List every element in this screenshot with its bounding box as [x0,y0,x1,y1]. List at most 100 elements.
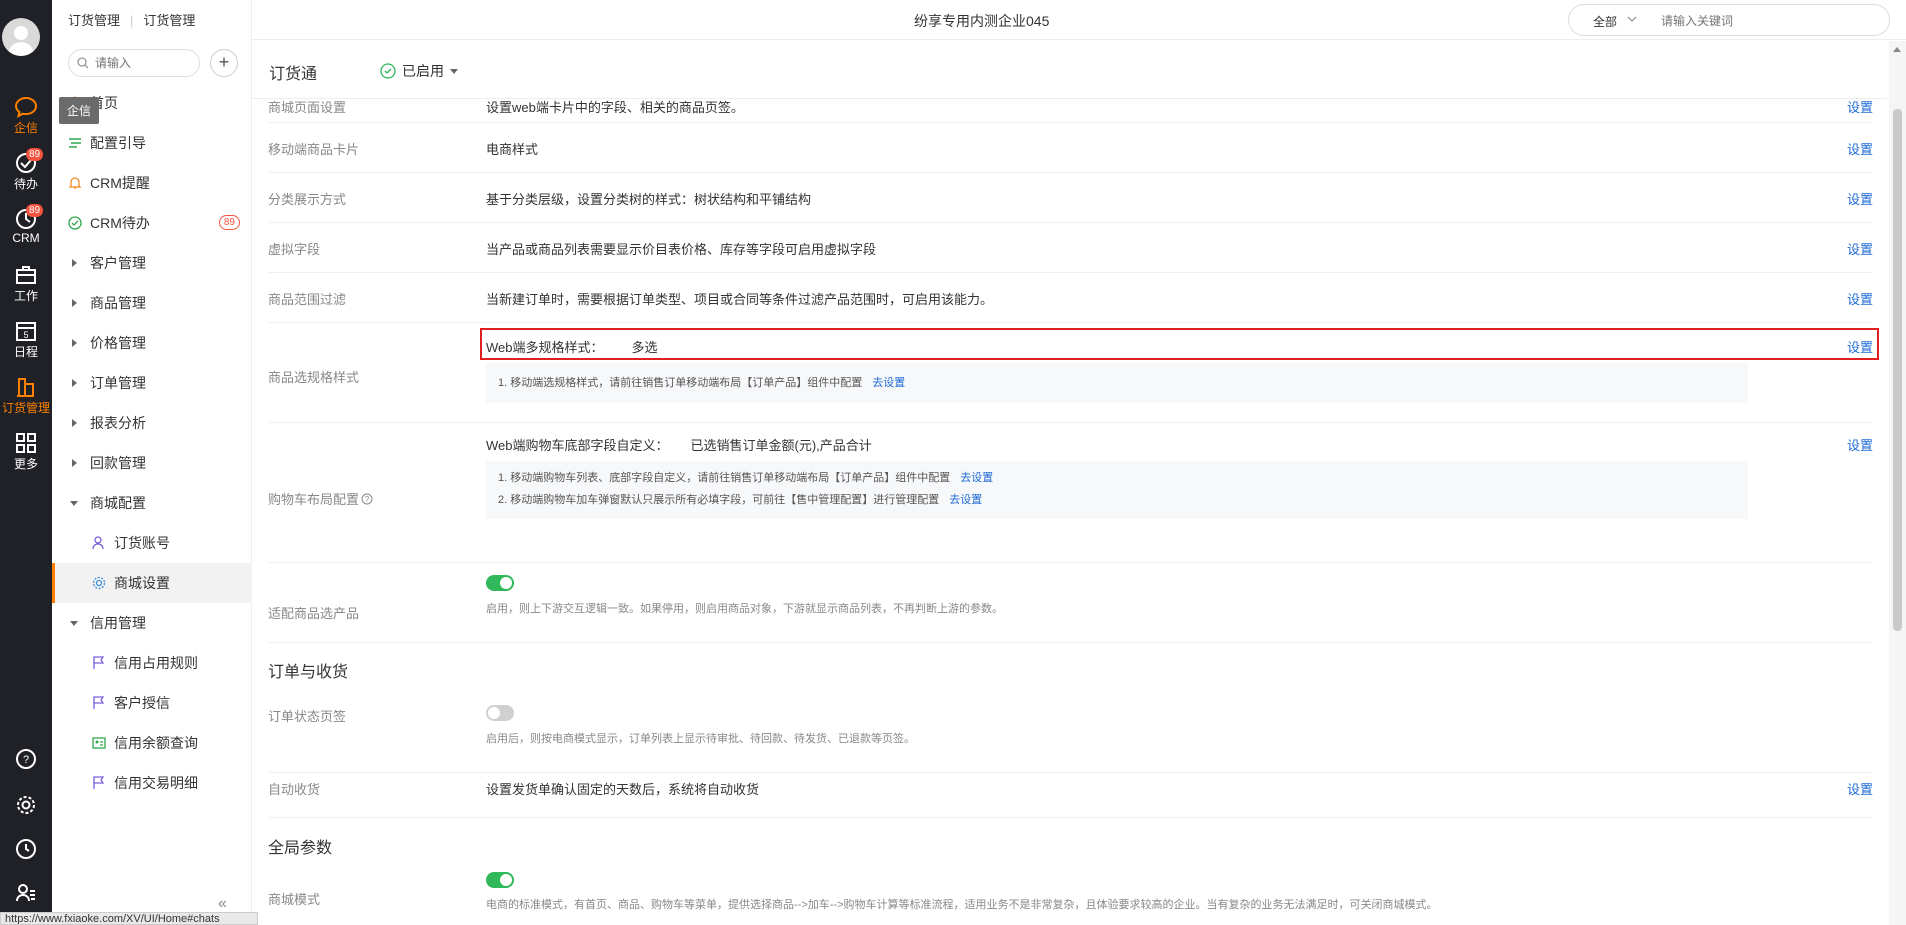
sidebar-item-guide[interactable]: 配置引导 [52,123,252,163]
setting-label: 适配商品选产品 [268,606,360,621]
sidebar-item-product[interactable]: 商品管理 [52,283,252,323]
svg-text:5: 5 [23,330,28,340]
sidebar-item-crm-todo[interactable]: CRM待办 89 [52,203,252,243]
avatar[interactable] [2,18,40,56]
adapt-toggle[interactable] [486,575,514,591]
rail-tooltip: 企信 [59,97,100,124]
clock-icon [16,839,36,859]
scroll-up-icon[interactable] [1893,47,1901,52]
flag-icon [93,776,105,789]
sidebar-item-credit-detail[interactable]: 信用交易明细 [52,763,252,803]
status-dropdown[interactable]: 已启用 [380,61,458,81]
gear-icon [17,796,35,814]
sidebar-item-label: 商品管理 [90,295,146,311]
sidebar-item-mall-config[interactable]: 商城配置 [52,483,252,523]
sidebar-item-label: 信用管理 [90,615,146,631]
sidebar-item-order[interactable]: 订单管理 [52,363,252,403]
chevron-right-icon [72,379,77,387]
company-name: 纷享专用内测企业045 [914,13,1050,29]
sidebar-search-input[interactable] [95,54,195,72]
setting-link[interactable]: 设置 [1847,435,1873,454]
setting-link[interactable]: 设置 [1847,779,1873,798]
rail-item-more[interactable]: 更多 [0,426,52,476]
main-content: 订货通 已启用 商城页面设置 设置web端卡片中的字段、相关的商品页签。 设置 … [252,41,1906,925]
sidebar-item-label: 信用占用规则 [114,655,198,671]
sidebar-item-report[interactable]: 报表分析 [52,403,252,443]
setting-link[interactable]: 设置 [1847,139,1873,158]
rail-badge: 89 [26,204,44,217]
sidebar-item-order-account[interactable]: 订货账号 [52,523,252,563]
sidebar-item-credit-grant[interactable]: 客户授信 [52,683,252,723]
rail-item-crm[interactable]: 89 CRM [0,202,52,252]
scrollbar[interactable] [1889,41,1906,925]
global-search[interactable]: 全部 [1568,4,1890,36]
note-text: 2. 移动端购物车加车弹窗默认只展示所有必填字段，可前往【售中管理配置】进行管理… [498,494,940,506]
rail-label: 企信 [13,121,38,135]
setting-link[interactable]: 设置 [1847,189,1873,208]
setting-hint: 启用，则上下游交互逻辑一致。如果停用，则启用商品对象，下游就显示商品列表，不再判… [486,603,1003,615]
flag-icon [93,696,105,709]
briefcase-icon [16,266,36,284]
go-setting-link[interactable]: 去设置 [949,494,982,506]
rail-item-order[interactable]: 订货管理 [0,370,52,420]
global-search-input[interactable] [1661,12,1861,30]
sidebar-item-credit-balance[interactable]: 信用余额查询 [52,723,252,763]
scroll-thumb[interactable] [1893,109,1902,631]
setting-desc: 当产品或商品列表需要显示价目表价格、库存等字段可启用虚拟字段 [486,242,877,257]
help-button[interactable]: ? [0,742,52,778]
mall-mode-toggle[interactable] [486,872,514,888]
sidebar-item-label: 商城设置 [114,575,170,591]
order-icon [17,378,34,397]
sidebar-item-mall-settings[interactable]: 商城设置 [52,563,252,603]
sidebar-item-label: 信用交易明细 [114,775,198,791]
sidebar-item-label: 信用余额查询 [114,735,198,751]
sidebar-item-price[interactable]: 价格管理 [52,323,252,363]
go-setting-link[interactable]: 去设置 [960,472,993,484]
rail-item-chat[interactable]: 企信 [0,90,52,140]
desc-key: Web端购物车底部字段自定义： [486,438,669,453]
user-icon [92,536,104,550]
sidebar-item-credit-rule[interactable]: 信用占用规则 [52,643,252,683]
status-text: 已启用 [402,63,444,79]
history-button[interactable] [0,832,52,868]
question-icon[interactable]: ? [361,493,373,505]
sidebar-item-label: 报表分析 [90,415,146,431]
collapse-sidebar-button[interactable]: « [218,895,227,913]
setting-label: 订单状态页签 [268,709,347,724]
go-setting-link[interactable]: 去设置 [872,377,905,389]
setting-row-auto-receive: 自动收货 设置发货单确认固定的天数后，系统将自动收货 设置 [268,773,1873,818]
rail-item-calendar[interactable]: 5 日程 [0,314,52,364]
search-scope-select[interactable]: 全部 [1593,13,1617,30]
setting-hint: 电商的标准模式，有首页、商品、购物车等菜单，提供选择商品-->加车-->购物车计… [486,899,1438,911]
count-badge: 89 [218,215,240,230]
setting-link[interactable]: 设置 [1847,239,1873,258]
contacts-button[interactable] [0,876,52,912]
breadcrumb-item[interactable]: 订货管理 [68,13,120,28]
svg-text:?: ? [23,754,29,766]
sidebar-item-crm-reminder[interactable]: CRM提醒 [52,163,252,203]
sidebar-search[interactable] [68,49,200,77]
rail-item-todo[interactable]: 89 待办 [0,146,52,196]
settings-button[interactable] [0,788,52,824]
chat-bubble-icon [14,96,38,118]
sidebar-item-credit[interactable]: 信用管理 [52,603,252,643]
setting-row: 商品范围过滤 当新建订单时，需要根据订单类型、项目或合同等条件过滤产品范围时，可… [268,273,1873,323]
setting-link[interactable]: 设置 [1847,289,1873,308]
sidebar-item-customer[interactable]: 客户管理 [52,243,252,283]
chevron-down-icon [70,621,78,626]
setting-link[interactable]: 设置 [1847,337,1873,356]
check-circle-icon [380,63,396,79]
sidebar-item-label: 客户管理 [90,255,146,271]
setting-row: 分类展示方式 基于分类层级，设置分类树的样式：树状结构和平铺结构 设置 [268,173,1873,223]
setting-desc: 电商样式 [486,142,539,157]
search-icon [77,57,89,69]
setting-link[interactable]: 设置 [1847,97,1873,116]
setting-row-spec: 商品选规格样式 Web端多规格样式： 多选 设置 1. 移动端选规格样式，请前往销… [268,323,1879,423]
breadcrumb-item[interactable]: 订货管理 [143,13,195,28]
order-tab-toggle[interactable] [486,705,514,721]
rail-item-work[interactable]: 工作 [0,258,52,308]
sidebar-item-payment[interactable]: 回款管理 [52,443,252,483]
setting-label: 虚拟字段 [268,242,321,257]
calendar-icon: 5 [16,322,36,341]
add-button[interactable]: + [210,49,238,77]
